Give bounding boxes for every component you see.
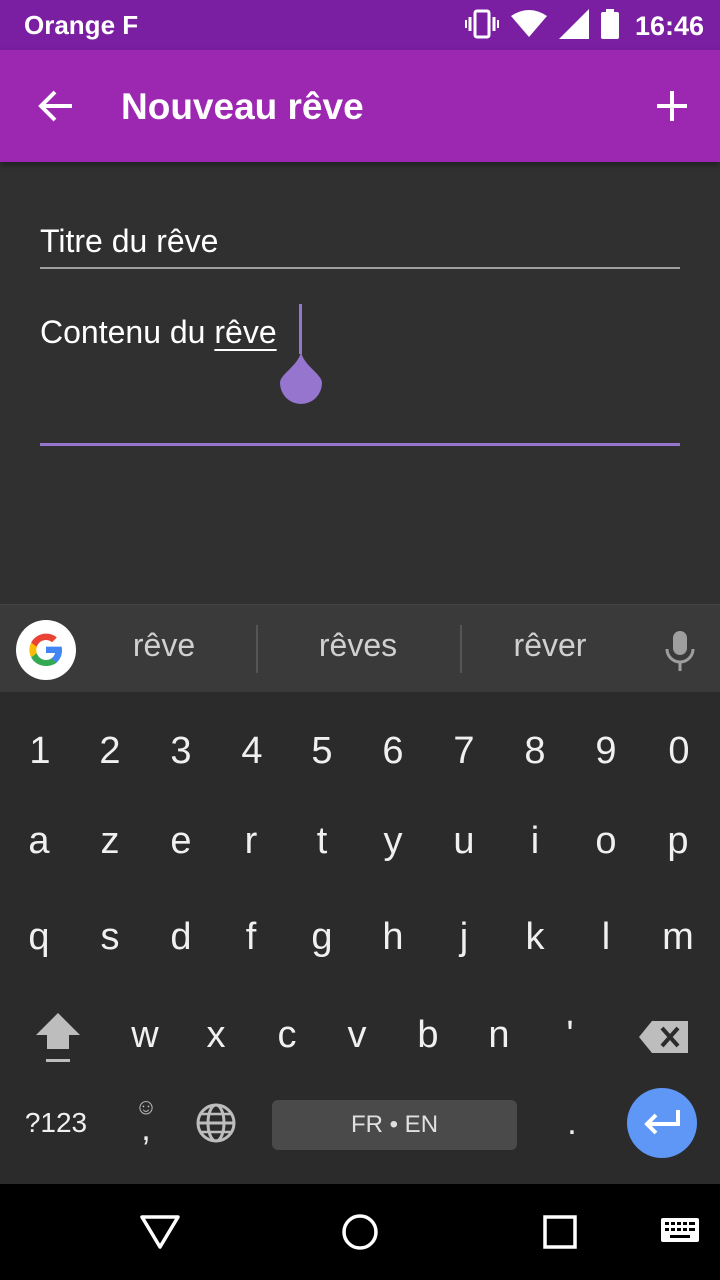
- dream-title-field[interactable]: Titre du rêve: [40, 215, 680, 269]
- system-nav-bar: [0, 1184, 720, 1280]
- key-s[interactable]: s: [75, 892, 145, 982]
- carrier-name: Orange F: [24, 10, 139, 40]
- symbols-key[interactable]: ?123: [14, 1088, 98, 1158]
- key-r[interactable]: r: [216, 796, 286, 886]
- backspace-icon: [639, 1021, 688, 1053]
- plus-icon: [657, 91, 687, 121]
- status-bar: Orange F 16:46: [0, 0, 720, 50]
- page-title: Nouveau rêve: [121, 86, 364, 127]
- back-button[interactable]: [28, 78, 84, 134]
- key-l[interactable]: l: [571, 892, 641, 982]
- app-bar: Nouveau rêve: [0, 50, 720, 162]
- key-p[interactable]: p: [643, 796, 713, 886]
- suggestion-2[interactable]: rêves: [268, 627, 448, 664]
- space-bar[interactable]: FR • EN: [272, 1100, 517, 1150]
- microphone-icon[interactable]: [662, 629, 698, 673]
- enter-return-icon: [644, 1110, 680, 1135]
- comma-label: ,: [141, 1110, 151, 1148]
- key-w[interactable]: w: [110, 990, 180, 1080]
- dream-content-text: Contenu du rêve: [40, 314, 277, 351]
- key-num-5[interactable]: 5: [287, 706, 357, 796]
- key-num-9[interactable]: 9: [571, 706, 641, 796]
- key-b[interactable]: b: [393, 990, 463, 1080]
- wifi-icon: [510, 9, 547, 43]
- key-e[interactable]: e: [146, 796, 216, 886]
- suggestion-3[interactable]: rêver: [460, 627, 640, 664]
- globe-icon: [196, 1103, 236, 1143]
- dream-title-placeholder: Titre du rêve: [40, 223, 219, 259]
- key-g[interactable]: g: [287, 892, 357, 982]
- key-f[interactable]: f: [216, 892, 286, 982]
- key-z[interactable]: z: [75, 796, 145, 886]
- cursor-handle[interactable]: [280, 352, 322, 404]
- emoji-comma-key[interactable]: ☺ ,: [116, 1088, 176, 1158]
- keyboard-switch-icon: [661, 1218, 699, 1242]
- key-o[interactable]: o: [571, 796, 641, 886]
- key-area: 1 2 3 4 5 6 7 8 9 0 a z e r t y u i o p q s d f g h j k l m w x c v b n ' ?1…: [0, 692, 720, 1184]
- home-circle-icon: [342, 1214, 378, 1250]
- key-num-8[interactable]: 8: [500, 706, 570, 796]
- arrow-back-icon: [38, 90, 72, 122]
- key-num-3[interactable]: 3: [146, 706, 216, 796]
- key-u[interactable]: u: [429, 796, 499, 886]
- signal-icon: [558, 8, 589, 44]
- key-apostrophe[interactable]: ': [535, 990, 605, 1080]
- key-i[interactable]: i: [500, 796, 570, 886]
- key-v[interactable]: v: [322, 990, 392, 1080]
- key-y[interactable]: y: [358, 796, 428, 886]
- key-n[interactable]: n: [464, 990, 534, 1080]
- key-h[interactable]: h: [358, 892, 428, 982]
- key-d[interactable]: d: [146, 892, 216, 982]
- nav-recents-button[interactable]: [536, 1208, 584, 1256]
- keyboard-switch-button[interactable]: [656, 1208, 704, 1256]
- content-composing-word: rêve: [214, 314, 277, 350]
- key-num-2[interactable]: 2: [75, 706, 145, 796]
- key-t[interactable]: t: [287, 796, 357, 886]
- key-k[interactable]: k: [500, 892, 570, 982]
- add-button[interactable]: [644, 78, 700, 134]
- status-icons: 16:46: [464, 8, 704, 44]
- key-c[interactable]: c: [252, 990, 322, 1080]
- key-num-7[interactable]: 7: [429, 706, 499, 796]
- enter-key[interactable]: [627, 1088, 697, 1158]
- suggestion-1[interactable]: rêve: [74, 627, 254, 664]
- status-clock: 16:46: [634, 10, 704, 41]
- key-num-1[interactable]: 1: [5, 706, 75, 796]
- shift-arrow-icon: [36, 1013, 80, 1062]
- soft-keyboard: rêve rêves rêver 1234567890 azertyuiop qsd…: [0, 604, 720, 1184]
- period-key[interactable]: .: [542, 1088, 602, 1158]
- key-j[interactable]: j: [429, 892, 499, 982]
- key-num-4[interactable]: 4: [217, 706, 287, 796]
- key-num-0[interactable]: 0: [644, 706, 714, 796]
- vibrate-icon: [464, 9, 499, 44]
- nav-home-button[interactable]: [336, 1208, 384, 1256]
- google-g-icon[interactable]: [16, 620, 76, 680]
- key-a[interactable]: a: [4, 796, 74, 886]
- battery-icon: [600, 8, 619, 44]
- key-num-6[interactable]: 6: [358, 706, 428, 796]
- content-prefix: Contenu du: [40, 314, 215, 350]
- language-key[interactable]: [186, 1088, 246, 1158]
- key-q[interactable]: q: [4, 892, 74, 982]
- key-m[interactable]: m: [643, 892, 713, 982]
- backspace-key[interactable]: [634, 992, 694, 1082]
- recents-square-icon: [543, 1215, 577, 1249]
- shift-key[interactable]: [28, 992, 88, 1082]
- key-x[interactable]: x: [181, 990, 251, 1080]
- suggestion-strip: rêve rêves rêver: [0, 604, 720, 692]
- nav-back-button[interactable]: [136, 1208, 184, 1256]
- dream-content-field[interactable]: Contenu du rêve: [40, 300, 680, 446]
- suggestion-divider: [256, 625, 258, 673]
- back-triangle-icon: [140, 1215, 180, 1249]
- text-cursor: [299, 304, 302, 354]
